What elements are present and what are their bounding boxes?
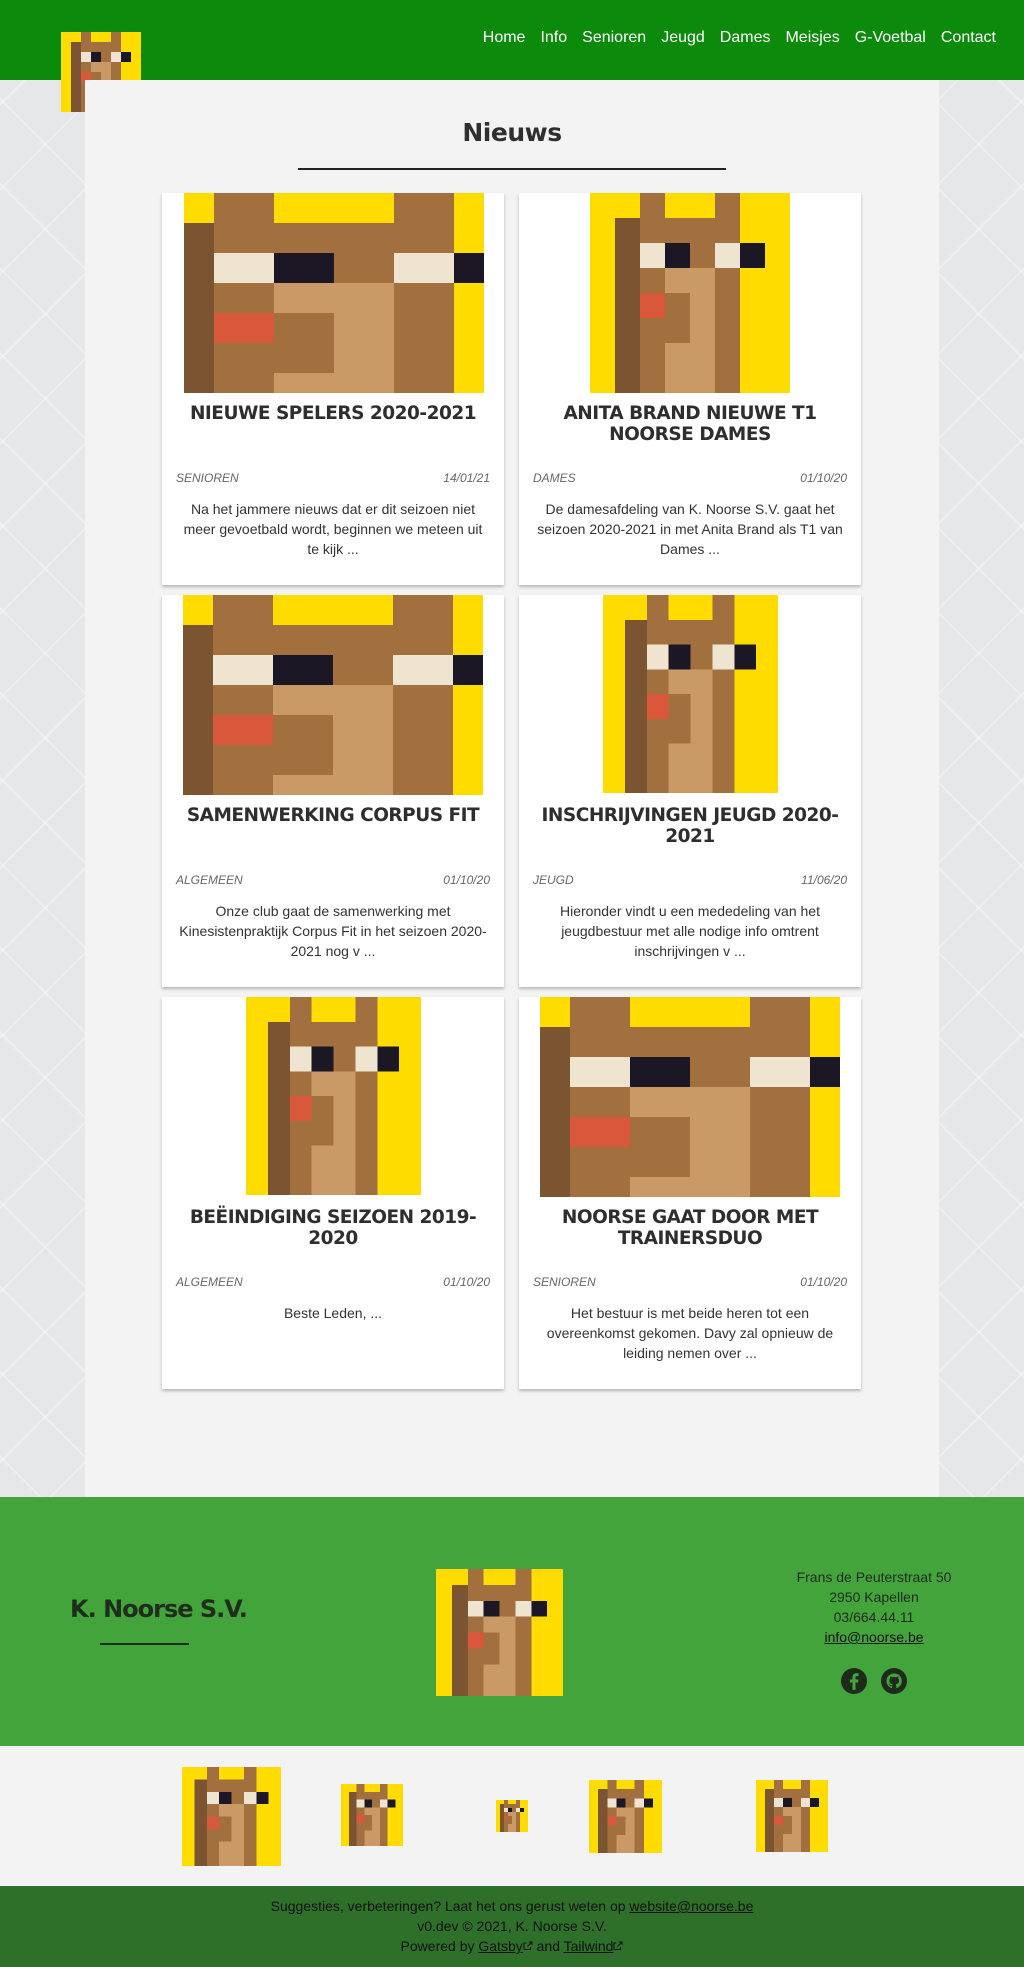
nav-home[interactable]: Home — [483, 29, 526, 47]
nav-contact[interactable]: Contact — [941, 29, 996, 47]
address-city: 2950 Kapellen — [829, 1589, 919, 1605]
news-card-date: 01/10/20 — [443, 873, 490, 887]
page-title: Nieuws — [462, 118, 562, 147]
tailwind-link[interactable]: Tailwind — [564, 1938, 614, 1954]
news-card-title: NOORSE GAAT DOOR MET TRAINERSDUO — [561, 1207, 819, 1249]
news-card-title: NIEUWE SPELERS 2020-2021 — [189, 403, 477, 424]
news-card-category: ALGEMEEN — [176, 1275, 243, 1289]
news-card-date: 14/01/21 — [443, 471, 490, 485]
sponsor-logo[interactable] — [182, 1767, 281, 1866]
news-card-date: 01/10/20 — [800, 471, 847, 485]
bear-logo-icon — [756, 1780, 828, 1852]
main-nav: Home Info Senioren Jeugd Dames Meisjes G… — [483, 29, 996, 47]
news-card-category: SENIOREN — [176, 471, 239, 485]
sponsor-logo[interactable] — [589, 1780, 662, 1853]
news-card-date: 11/06/20 — [801, 873, 847, 887]
bear-logo-icon — [436, 1569, 563, 1696]
and-text: and — [536, 1938, 560, 1954]
title-divider — [298, 168, 726, 170]
facebook-icon[interactable] — [840, 1667, 868, 1695]
suggestions-line: Suggesties, verbeteringen? Laat het ons … — [0, 1896, 1024, 1916]
bear-logo-icon — [496, 1800, 528, 1832]
powered-by-line: Powered by Gatsby and Tailwind — [0, 1936, 1024, 1956]
suggestions-text: Suggesties, verbeteringen? Laat het ons … — [270, 1898, 626, 1914]
nav-info[interactable]: Info — [540, 29, 567, 47]
news-card-image — [246, 997, 421, 1195]
address-phone: 03/664.44.11 — [833, 1609, 915, 1625]
news-card-date: 01/10/20 — [443, 1275, 490, 1289]
footer-brand: K. Noorse S.V. — [70, 1595, 248, 1623]
news-card[interactable]: ANITA BRAND NIEUWE T1 NOORSE DAMES DAMES… — [519, 193, 861, 585]
bear-logo-icon — [589, 1780, 662, 1853]
nav-g-voetbal[interactable]: G-Voetbal — [855, 29, 926, 47]
powered-by-text: Powered by — [400, 1938, 475, 1954]
news-card-excerpt: Onze club gaat de samenwerking met Kines… — [179, 903, 487, 959]
gatsby-link[interactable]: Gatsby — [478, 1938, 522, 1954]
news-card-image — [183, 595, 483, 795]
address-street: Frans de Peuterstraat 50 — [796, 1569, 952, 1585]
suggestions-email-link[interactable]: website@noorse.be — [629, 1898, 753, 1914]
news-card[interactable]: INSCHRIJVINGEN JEUGD 2020-2021 JEUGD 11/… — [519, 595, 861, 987]
news-card[interactable]: NOORSE GAAT DOOR MET TRAINERSDUO SENIORE… — [519, 997, 861, 1389]
news-card-excerpt: Hieronder vindt u een mededeling van het… — [560, 903, 820, 959]
news-card-category: ALGEMEEN — [176, 873, 243, 887]
bear-image-icon — [246, 997, 421, 1195]
footer-address: Frans de Peuterstraat 50 2950 Kapellen 0… — [774, 1567, 974, 1647]
github-icon[interactable] — [880, 1667, 908, 1695]
footer-brand-divider — [100, 1643, 189, 1645]
news-card[interactable]: NIEUWE SPELERS 2020-2021 SENIOREN 14/01/… — [162, 193, 504, 585]
nav-jeugd[interactable]: Jeugd — [661, 29, 705, 47]
sponsor-logo[interactable] — [341, 1784, 403, 1846]
news-card-title: ANITA BRAND NIEUWE T1 NOORSE DAMES — [563, 403, 817, 445]
news-card-category: SENIOREN — [533, 1275, 596, 1289]
news-card-title: INSCHRIJVINGEN JEUGD 2020-2021 — [541, 805, 839, 847]
bear-logo-icon — [341, 1784, 403, 1846]
nav-senioren[interactable]: Senioren — [582, 29, 646, 47]
bear-image-icon — [590, 193, 790, 393]
sponsor-strip — [0, 1746, 1024, 1886]
news-card-excerpt: Na het jammere nieuws dat er dit seizoen… — [183, 501, 483, 557]
social-links — [840, 1667, 908, 1695]
nav-meisjes[interactable]: Meisjes — [785, 29, 839, 47]
bear-image-icon — [540, 997, 840, 1197]
news-card-category: DAMES — [533, 471, 576, 485]
bear-image-icon — [183, 595, 483, 795]
news-card[interactable]: BEËINDIGING SEIZOEN 2019-2020 ALGEMEEN 0… — [162, 997, 504, 1389]
bottom-bar: Suggesties, verbeteringen? Laat het ons … — [0, 1886, 1024, 1967]
news-card-image — [184, 193, 484, 393]
news-card-category: JEUGD — [533, 873, 574, 887]
news-card-date: 01/10/20 — [800, 1275, 847, 1289]
sponsor-logo[interactable] — [496, 1800, 528, 1832]
bear-logo-icon — [182, 1767, 281, 1866]
external-link-icon — [613, 1941, 623, 1950]
news-card-image — [603, 595, 778, 793]
news-card-excerpt: De damesafdeling van K. Noorse S.V. gaat… — [537, 501, 843, 557]
news-card-excerpt: Het bestuur is met beide heren tot een o… — [546, 1305, 834, 1361]
address-email-link[interactable]: info@noorse.be — [824, 1629, 923, 1645]
news-card-image — [590, 193, 790, 393]
version-text: v0.dev © 2021, K. Noorse S.V. — [417, 1918, 607, 1934]
footer-logo — [436, 1569, 563, 1696]
news-card-image — [540, 997, 840, 1197]
news-card-title: BEËINDIGING SEIZOEN 2019-2020 — [189, 1207, 477, 1249]
bear-image-icon — [603, 595, 778, 793]
news-card[interactable]: SAMENWERKING CORPUS FIT ALGEMEEN 01/10/2… — [162, 595, 504, 987]
bear-image-icon — [184, 193, 484, 393]
sponsor-logo[interactable] — [756, 1780, 828, 1852]
news-card-excerpt: Beste Leden, ... — [283, 1305, 383, 1321]
news-card-title: SAMENWERKING CORPUS FIT — [186, 805, 480, 826]
external-link-icon — [523, 1941, 533, 1950]
nav-dames[interactable]: Dames — [720, 29, 771, 47]
